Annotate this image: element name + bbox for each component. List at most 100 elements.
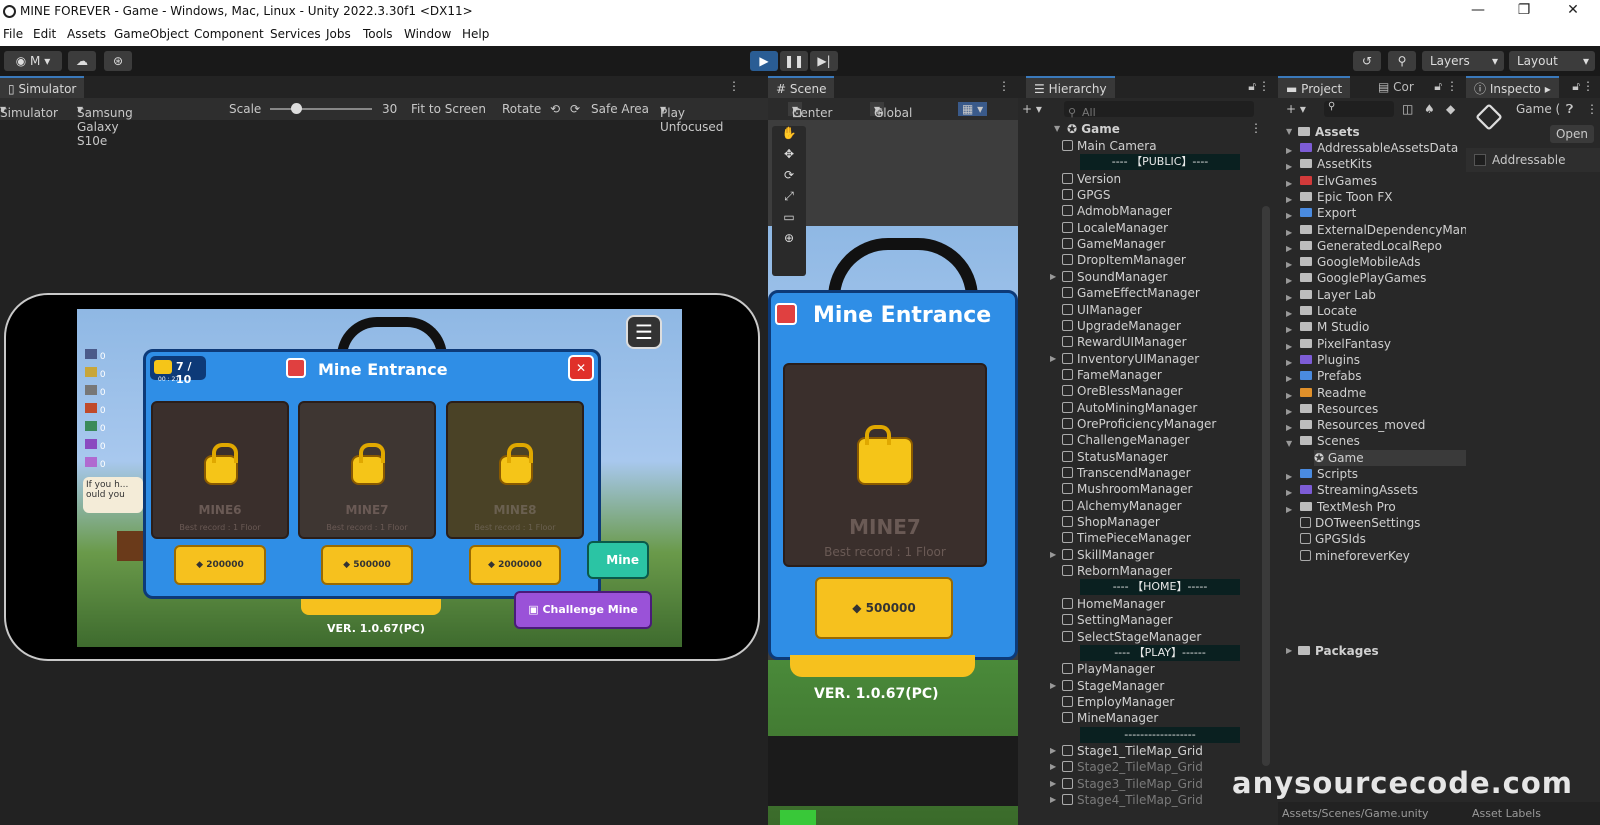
- project-folder-item[interactable]: ▼ Scenes: [1286, 433, 1360, 449]
- project-folder-item[interactable]: ▶ GoogleMobileAds: [1286, 254, 1421, 270]
- project-file-item[interactable]: DOTweenSettings: [1300, 515, 1420, 531]
- project-scene-item[interactable]: ✪ Game: [1314, 449, 1466, 466]
- rotate-left-icon[interactable]: ⟲: [550, 102, 560, 116]
- challenge-mine-button[interactable]: ▣ Challenge Mine: [514, 591, 652, 629]
- scale-slider-knob[interactable]: [290, 103, 302, 114]
- hierarchy-item[interactable]: TimePieceManager: [1062, 530, 1191, 546]
- project-folder-item[interactable]: ▶ Layer Lab: [1286, 287, 1376, 303]
- hierarchy-search-input[interactable]: ⚲ All: [1064, 101, 1254, 119]
- hierarchy-item[interactable]: GameEffectManager: [1062, 285, 1200, 301]
- hierarchy-item[interactable]: UpgradeManager: [1062, 318, 1181, 334]
- tab-hierarchy[interactable]: ☰ Hierarchy: [1026, 76, 1115, 98]
- device-dropdown[interactable]: Samsung Galaxy S10e ▾: [77, 102, 133, 148]
- expand-arrow-icon[interactable]: ▶: [1286, 469, 1292, 485]
- lock-icon[interactable]: 🔓︎: [1248, 79, 1256, 94]
- minimize-button[interactable]: —: [1458, 2, 1498, 22]
- transform-tool-icon[interactable]: ⊕: [772, 231, 806, 252]
- hierarchy-item[interactable]: EmployManager: [1062, 694, 1174, 710]
- expand-arrow-icon[interactable]: ▶: [1286, 420, 1292, 436]
- lock-icon[interactable]: 🔓︎: [1434, 79, 1442, 94]
- hierarchy-item[interactable]: MineManager: [1062, 710, 1158, 726]
- menu-component[interactable]: Component: [194, 27, 264, 41]
- hierarchy-item[interactable]: RewardUIManager: [1062, 334, 1187, 350]
- expand-arrow-icon[interactable]: ▼: [1286, 127, 1292, 136]
- expand-arrow-icon[interactable]: ▶: [1286, 241, 1292, 257]
- hand-tool-icon[interactable]: ✋: [772, 126, 806, 147]
- simulator-mode-dropdown[interactable]: Simulator ▾: [0, 102, 58, 120]
- menu-tools[interactable]: Tools: [363, 27, 393, 41]
- hierarchy-item[interactable]: AutoMiningManager: [1062, 400, 1197, 416]
- pause-button[interactable]: ❚❚: [780, 51, 808, 71]
- expand-arrow-icon[interactable]: ▶: [1050, 795, 1056, 804]
- hierarchy-item[interactable]: TranscendManager: [1062, 465, 1191, 481]
- menu-edit[interactable]: Edit: [33, 27, 56, 41]
- project-folder-item[interactable]: ▶ Scripts: [1286, 466, 1358, 482]
- menu-jobs[interactable]: Jobs: [326, 27, 351, 41]
- create-asset-button[interactable]: + ▾: [1286, 102, 1306, 116]
- menu-file[interactable]: File: [3, 27, 23, 41]
- hierarchy-item[interactable]: SettingManager: [1062, 612, 1173, 628]
- hierarchy-item[interactable]: Stage3_TileMap_Grid: [1062, 776, 1203, 792]
- hierarchy-separator[interactable]: ---- 【HOME】-----: [1080, 579, 1240, 596]
- hierarchy-item[interactable]: SelectStageManager: [1062, 629, 1201, 645]
- grid-snap-dropdown[interactable]: ▦ ▾: [958, 102, 988, 116]
- hierarchy-item[interactable]: InventoryUIManager: [1062, 351, 1199, 367]
- kebab-menu-icon[interactable]: ⋮: [728, 79, 740, 93]
- project-folder-item[interactable]: ▶ Prefabs: [1286, 368, 1362, 384]
- hierarchy-separator[interactable]: ------------------: [1080, 726, 1240, 743]
- lock-icon[interactable]: 🔓︎: [1572, 79, 1580, 94]
- project-folder-item[interactable]: ▶ GooglePlayGames: [1286, 270, 1426, 286]
- menu-assets[interactable]: Assets: [67, 27, 106, 41]
- expand-arrow-icon[interactable]: ▶: [1050, 354, 1056, 363]
- popup-close-icon[interactable]: ✕: [568, 355, 594, 381]
- expand-arrow-icon[interactable]: ▶: [1050, 779, 1056, 788]
- maximize-button[interactable]: ❐: [1504, 2, 1544, 22]
- project-folder-item[interactable]: ▶ Readme: [1286, 385, 1366, 401]
- tab-scene[interactable]: # Scene: [768, 76, 835, 98]
- hierarchy-item[interactable]: ChallengeManager: [1062, 432, 1190, 448]
- hierarchy-item[interactable]: OreBlessManager: [1062, 383, 1183, 399]
- expand-arrow-icon[interactable]: ▶: [1286, 322, 1292, 338]
- expand-arrow-icon[interactable]: ▶: [1286, 485, 1292, 501]
- hierarchy-item[interactable]: OreProficiencyManager: [1062, 416, 1216, 432]
- mine-card[interactable]: MINE8 Best record : 1 Floor: [446, 401, 584, 539]
- hierarchy-root[interactable]: ✪ Game: [1067, 121, 1120, 137]
- menu-services[interactable]: Services: [270, 27, 321, 41]
- kebab-menu-icon[interactable]: ⋮: [1250, 121, 1262, 135]
- expand-arrow-icon[interactable]: ▶: [1286, 192, 1292, 208]
- project-root-assets[interactable]: Assets: [1298, 124, 1360, 140]
- kebab-menu-icon[interactable]: ⋮: [1258, 79, 1270, 93]
- project-folder-item[interactable]: ▶ TextMesh Pro: [1286, 499, 1396, 515]
- expand-arrow-icon[interactable]: ▶: [1286, 208, 1292, 224]
- project-folder-item[interactable]: ▶ Locate: [1286, 303, 1357, 319]
- scene-buy-button[interactable]: ◆ 500000: [815, 577, 953, 639]
- expand-arrow-icon[interactable]: ▶: [1286, 355, 1292, 371]
- project-folder-item[interactable]: ▶ AssetKits: [1286, 156, 1372, 172]
- tab-inspector[interactable]: ⓘ Inspecto ▸: [1466, 76, 1559, 98]
- hierarchy-item[interactable]: Main Camera: [1062, 138, 1157, 154]
- hierarchy-item[interactable]: SkillManager: [1062, 547, 1154, 563]
- hierarchy-separator[interactable]: ---- 【PUBLIC】----: [1080, 154, 1240, 171]
- account-dropdown[interactable]: ◉ M ▾: [4, 51, 62, 71]
- tab-project[interactable]: ▬ Project: [1278, 76, 1351, 98]
- favorite-icon[interactable]: ◆: [1446, 102, 1455, 116]
- collab-icon[interactable]: ⊛: [104, 51, 132, 71]
- hierarchy-item[interactable]: GPGS: [1062, 187, 1110, 203]
- expand-arrow-icon[interactable]: ▶: [1286, 159, 1292, 175]
- expand-arrow-icon[interactable]: ▶: [1050, 272, 1056, 281]
- menu-help[interactable]: Help: [462, 27, 489, 41]
- project-search-input[interactable]: ⚲: [1324, 101, 1394, 117]
- expand-arrow-icon[interactable]: ▶: [1050, 550, 1056, 559]
- rect-tool-icon[interactable]: ▭: [772, 210, 806, 231]
- project-folder-item[interactable]: ▶ ExternalDependencyManager: [1286, 222, 1466, 238]
- mine8-buy-button[interactable]: ◆ 2000000: [469, 545, 561, 585]
- scale-tool-icon[interactable]: ⤢: [772, 189, 806, 210]
- hierarchy-item[interactable]: Stage4_TileMap_Grid: [1062, 792, 1203, 808]
- hierarchy-item[interactable]: Stage1_TileMap_Grid: [1062, 743, 1203, 759]
- hierarchy-item[interactable]: DropItemManager: [1062, 252, 1186, 268]
- hierarchy-item[interactable]: GameManager: [1062, 236, 1165, 252]
- hierarchy-item[interactable]: HomeManager: [1062, 596, 1165, 612]
- project-folder-item[interactable]: ▶ GeneratedLocalRepo: [1286, 238, 1442, 254]
- menu-window[interactable]: Window: [404, 27, 451, 41]
- step-button[interactable]: ▶|: [810, 51, 838, 71]
